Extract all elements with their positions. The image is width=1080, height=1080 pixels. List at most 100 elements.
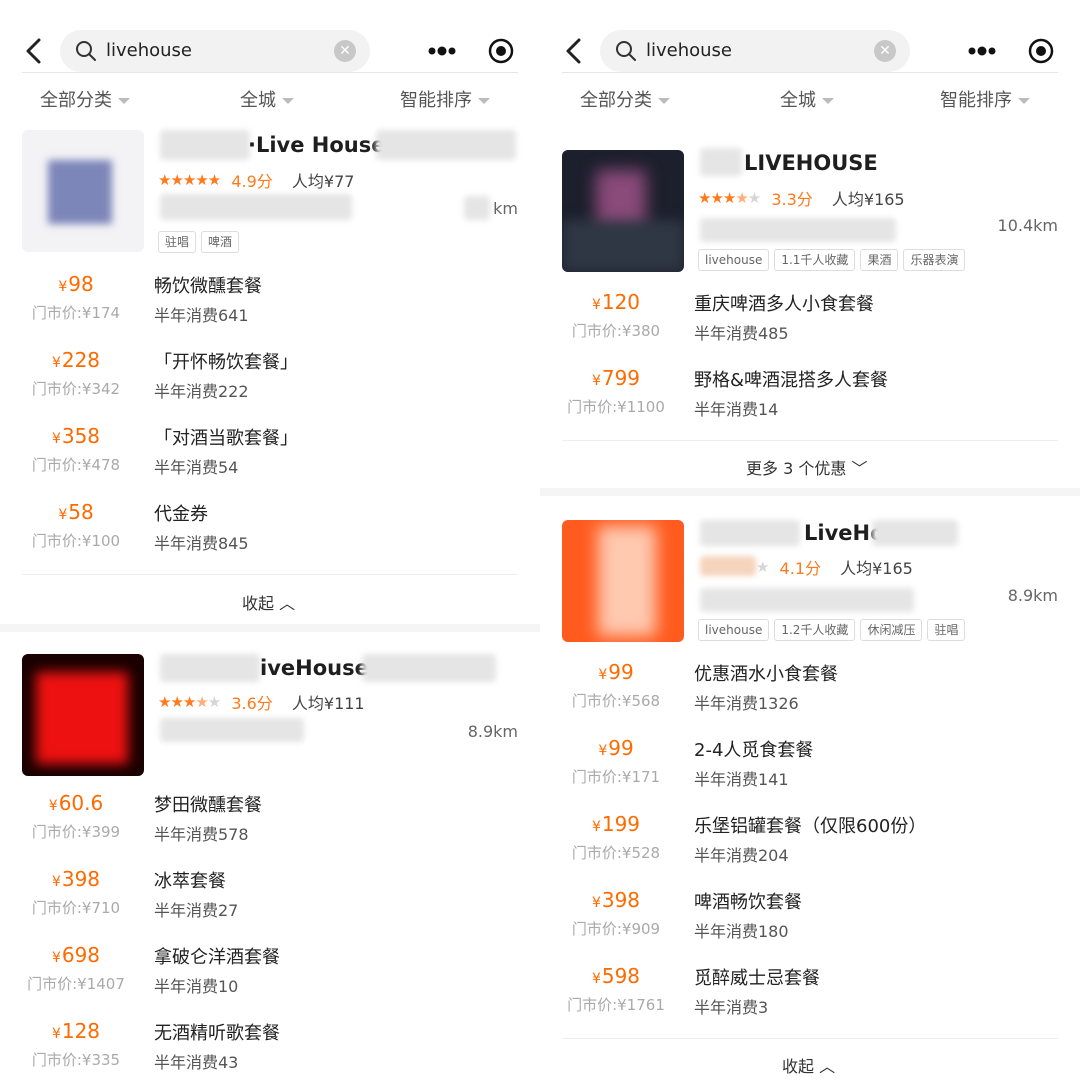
deal-item[interactable]: ¥228 门市价:¥342 「开怀畅饮套餐」 半年消费222 (18, 348, 518, 408)
deal-item[interactable]: ¥99 门市价:¥171 2-4人觅食套餐 半年消费141 (558, 736, 1058, 796)
caret-down-icon (118, 98, 130, 104)
average-price: 人均¥165 (831, 190, 905, 209)
sales-count: 半年消费204 (694, 846, 789, 865)
original-price: 门市价:¥528 (571, 844, 661, 862)
deal-item[interactable]: ¥128 门市价:¥335 无酒精听歌套餐 半年消费43 (18, 1019, 518, 1079)
more-deals-button[interactable]: 更多 3 个优惠 ﹀ (746, 455, 867, 479)
filter-bar: 全部分类 全城 智能排序 (540, 84, 1080, 118)
collapse-button[interactable]: 收起 ︿ (242, 590, 295, 614)
deal-title: 乐堡铝罐套餐（仅限600份） (694, 816, 927, 837)
redacted-text (160, 194, 352, 220)
sales-count: 半年消费3 (694, 998, 769, 1017)
back-arrow-icon[interactable] (22, 36, 46, 66)
shop-name[interactable]: iveHouse (260, 656, 369, 680)
filter-sort[interactable]: 智能排序 (940, 84, 1030, 118)
original-price: 门市价:¥1100 (567, 398, 665, 416)
shop-name[interactable]: LIVEHOUSE (744, 151, 878, 175)
search-query[interactable]: livehouse (106, 39, 192, 63)
original-price: 门市价:¥710 (31, 899, 121, 917)
rating-score: 3.6分 (231, 694, 273, 713)
caret-down-icon (822, 98, 834, 104)
search-query[interactable]: livehouse (646, 39, 732, 63)
rating-stars: ★★★★★ (698, 189, 761, 207)
shop-name[interactable]: ·Live House (248, 133, 386, 157)
deal-title: 梦田微醺套餐 (154, 795, 262, 816)
more-options-icon[interactable] (966, 40, 998, 62)
filter-category[interactable]: 全部分类 (580, 84, 670, 118)
original-price: 门市价:¥335 (31, 1051, 121, 1069)
original-price: 门市价:¥568 (571, 692, 661, 710)
tag-list: livehouse 1.1千人收藏 果酒 乐器表演 (698, 249, 970, 271)
deal-price: ¥398 (51, 867, 101, 891)
tag: 啤酒 (201, 231, 240, 253)
deal-item[interactable]: ¥120 门市价:¥380 重庆啤酒多人小食套餐 半年消费485 (558, 290, 1058, 350)
deal-item[interactable]: ¥98 门市价:¥174 畅饮微醺套餐 半年消费641 (18, 272, 518, 332)
tag-list: 驻唱 啤酒 (158, 231, 244, 253)
rating-row: ★★★★★ 3.6分 人均¥111 (158, 690, 365, 714)
divider (562, 72, 1058, 73)
search-bar[interactable]: livehouse ✕ (600, 30, 910, 72)
deal-title: 重庆啤酒多人小食套餐 (694, 294, 874, 315)
deal-item[interactable]: ¥698 门市价:¥1407 拿破仑洋酒套餐 半年消费10 (18, 943, 518, 1003)
rating-score: 4.1分 (779, 559, 821, 578)
deal-item[interactable]: ¥799 门市价:¥1100 野格&啤酒混搭多人套餐 半年消费14 (558, 366, 1058, 426)
deal-item[interactable]: ¥358 门市价:¥478 「对酒当歌套餐」 半年消费54 (18, 424, 518, 484)
average-price: 人均¥111 (291, 694, 365, 713)
divider (22, 72, 518, 73)
caret-down-icon (1018, 98, 1030, 104)
deal-item[interactable]: ¥60.6 门市价:¥399 梦田微醺套餐 半年消费578 (18, 791, 518, 851)
rating-score: 4.9分 (231, 172, 273, 191)
tag: livehouse (698, 619, 770, 641)
close-miniprogram-icon[interactable] (1028, 38, 1054, 64)
deal-title: 优惠酒水小食套餐 (694, 664, 838, 685)
shop-thumbnail[interactable] (22, 130, 144, 252)
chevron-down-icon: ﹀ (851, 459, 868, 478)
deal-price: ¥698 (51, 943, 101, 967)
average-price: 人均¥165 (840, 559, 913, 578)
original-price: 门市价:¥174 (31, 304, 121, 322)
collapse-button[interactable]: 收起 ︿ (782, 1053, 835, 1077)
sales-count: 半年消费43 (154, 1053, 239, 1072)
filter-sort[interactable]: 智能排序 (400, 84, 490, 118)
deal-price: ¥199 (591, 812, 641, 836)
clear-icon[interactable]: ✕ (334, 40, 356, 62)
deal-item[interactable]: ¥398 门市价:¥909 啤酒畅饮套餐 半年消费180 (558, 888, 1058, 948)
deal-title: 无酒精听歌套餐 (154, 1023, 280, 1044)
chevron-up-icon: ︿ (279, 594, 296, 613)
section-gap (540, 488, 1080, 496)
deal-item[interactable]: ¥398 门市价:¥710 冰萃套餐 半年消费27 (18, 867, 518, 927)
clear-icon[interactable]: ✕ (874, 40, 896, 62)
sales-count: 半年消费1326 (694, 694, 799, 713)
sales-count: 半年消费578 (154, 825, 249, 844)
filter-area[interactable]: 全城 (780, 84, 834, 118)
filter-area[interactable]: 全城 (240, 84, 294, 118)
redacted-text (160, 130, 250, 160)
shop-thumbnail[interactable] (22, 654, 144, 776)
filter-bar: 全部分类 全城 智能排序 (0, 84, 540, 118)
shop-thumbnail[interactable] (562, 150, 684, 272)
deal-item[interactable]: ¥58 门市价:¥100 代金券 半年消费845 (18, 500, 518, 560)
deal-price: ¥799 (591, 366, 641, 390)
rating-score: 3.3分 (771, 190, 813, 209)
close-miniprogram-icon[interactable] (488, 38, 514, 64)
deal-title: 野格&啤酒混搭多人套餐 (694, 370, 889, 391)
redacted-text (362, 654, 496, 682)
rating-row: ★★★★★ 3.3分 人均¥165 (698, 186, 905, 210)
distance: 10.4km (997, 216, 1058, 235)
right-screenshot: livehouse ✕ 全部分类 全城 智能排序 LIVEHOUSE ★★★★★… (540, 0, 1080, 1080)
deal-title: 「对酒当歌套餐」 (154, 428, 298, 449)
deal-price: ¥358 (51, 424, 101, 448)
filter-category[interactable]: 全部分类 (40, 84, 130, 118)
search-bar[interactable]: livehouse ✕ (60, 30, 370, 72)
deal-item[interactable]: ¥199 门市价:¥528 乐堡铝罐套餐（仅限600份） 半年消费204 (558, 812, 1058, 872)
sales-count: 半年消费222 (154, 382, 249, 401)
more-options-icon[interactable] (426, 40, 458, 62)
back-arrow-icon[interactable] (562, 36, 586, 66)
deal-item[interactable]: ¥598 门市价:¥1761 觅醉威士忌套餐 半年消费3 (558, 964, 1058, 1024)
deal-price: ¥128 (51, 1019, 101, 1043)
deal-title: 觅醉威士忌套餐 (694, 968, 820, 989)
deal-item[interactable]: ¥99 门市价:¥568 优惠酒水小食套餐 半年消费1326 (558, 660, 1058, 720)
tag: 果酒 (860, 249, 899, 271)
shop-thumbnail[interactable] (562, 520, 684, 642)
rating-stars: ★ (756, 558, 769, 576)
